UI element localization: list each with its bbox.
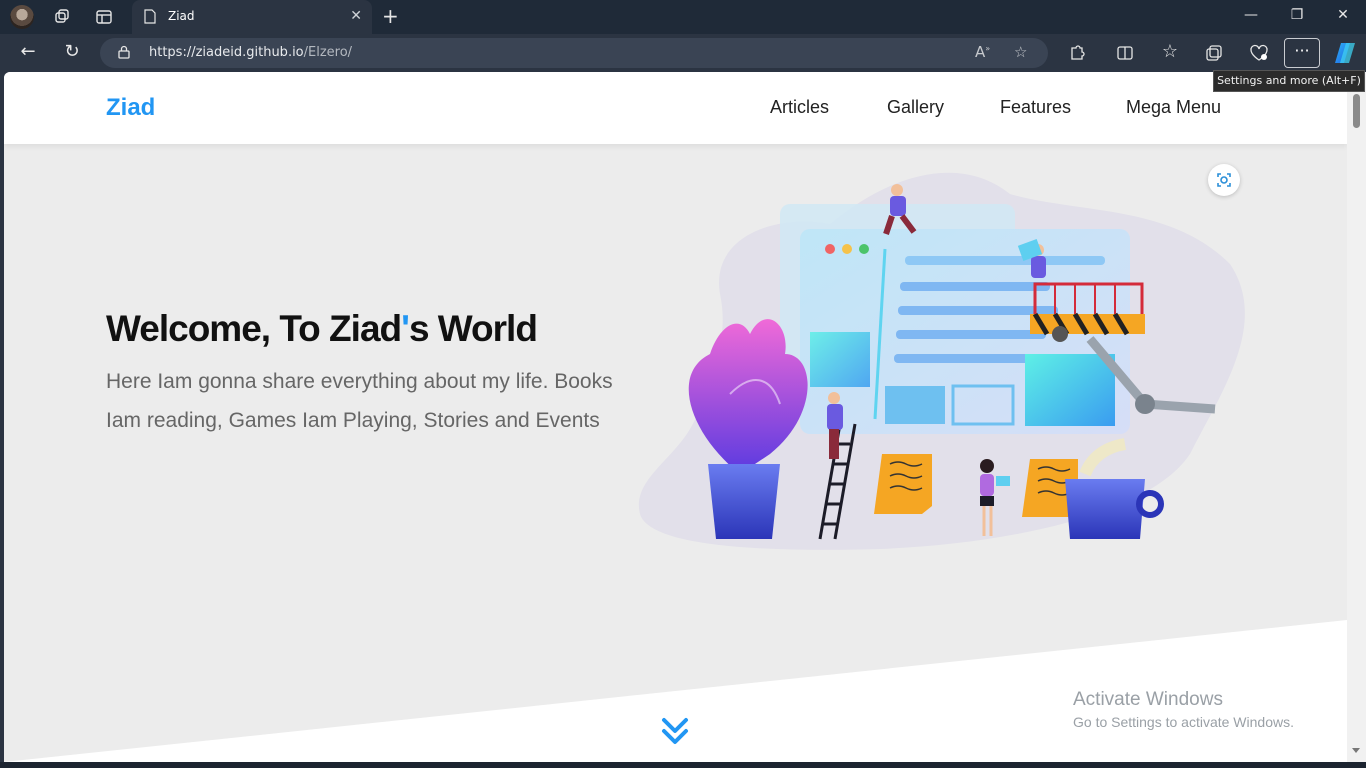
taskbar-edge — [0, 762, 1366, 768]
scroll-down-arrow-icon[interactable] — [1352, 748, 1360, 753]
site-logo[interactable]: Ziad — [106, 94, 155, 122]
nav-link-mega-menu[interactable]: Mega Menu — [1126, 97, 1221, 118]
nav-link-gallery[interactable]: Gallery — [887, 97, 944, 118]
browser-window: Ziad ✕ + — ❐ ✕ ← ↻ https://ziadeid.githu… — [0, 0, 1366, 768]
profile-avatar[interactable] — [10, 5, 34, 29]
nav-link-articles[interactable]: Articles — [770, 97, 829, 118]
hero-title: Welcome, To Ziad's World — [106, 308, 538, 350]
hero-title-suffix: s World — [408, 308, 538, 349]
collections-icon[interactable] — [1205, 44, 1223, 62]
site-header: Ziad Articles Gallery Features Mega Menu — [4, 72, 1347, 144]
minimize-icon[interactable]: — — [1241, 7, 1261, 23]
title-bar: Ziad ✕ + — ❐ ✕ — [0, 0, 1366, 34]
activation-subtitle: Go to Settings to activate Windows. — [1073, 714, 1294, 730]
visual-search-button[interactable] — [1208, 164, 1240, 196]
address-bar[interactable]: https://ziadeid.github.io/Elzero/ A» ☆ — [100, 38, 1048, 68]
tab-actions-icon[interactable] — [95, 8, 113, 26]
copilot-icon[interactable] — [1332, 40, 1358, 66]
hero-title-apostrophe: ' — [401, 308, 410, 349]
hero-description: Here Iam gonna share everything about my… — [106, 370, 613, 432]
hero-illustration — [638, 172, 1245, 550]
activation-title: Activate Windows — [1073, 689, 1223, 710]
visual-search-icon — [1217, 173, 1231, 187]
refresh-icon[interactable]: ↻ — [61, 42, 83, 62]
lock-icon[interactable] — [118, 45, 130, 59]
back-icon[interactable]: ← — [17, 42, 39, 62]
url-path: /Elzero/ — [303, 45, 353, 60]
tab-ziad[interactable]: Ziad ✕ — [132, 0, 372, 34]
restore-icon[interactable]: ❐ — [1287, 7, 1307, 23]
browser-essentials-icon[interactable] — [1249, 44, 1269, 62]
more-icon[interactable]: ··· — [1284, 38, 1320, 68]
url-text[interactable]: https://ziadeid.github.io/Elzero/ — [149, 45, 352, 60]
favorite-star-icon[interactable]: ☆ — [1014, 43, 1027, 61]
plus-icon[interactable]: + — [382, 6, 399, 26]
menu-tooltip: Settings and more (Alt+F) — [1213, 70, 1365, 92]
workspaces-icon[interactable] — [53, 8, 71, 26]
extensions-icon[interactable] — [1068, 44, 1086, 62]
scroll-thumb[interactable] — [1353, 94, 1360, 128]
page-viewport: Ziad Articles Gallery Features Mega Menu… — [4, 72, 1347, 762]
navigation-bar: ← ↻ https://ziadeid.github.io/Elzero/ A»… — [0, 34, 1366, 72]
page-icon — [144, 9, 156, 24]
window-close-icon[interactable]: ✕ — [1333, 7, 1353, 23]
tab-title: Ziad — [168, 9, 195, 23]
nav-link-features[interactable]: Features — [1000, 97, 1071, 118]
double-chevron-down-icon[interactable] — [660, 714, 690, 748]
url-domain: https://ziadeid.github.io — [149, 45, 304, 60]
read-aloud-icon[interactable]: A» — [975, 43, 990, 61]
vertical-scrollbar[interactable] — [1347, 72, 1366, 762]
windows-activation-watermark: Activate Windows Go to Settings to activ… — [1073, 689, 1294, 730]
close-icon[interactable]: ✕ — [350, 8, 362, 24]
hero-title-prefix: Welcome, To Ziad — [106, 308, 402, 349]
split-screen-icon[interactable] — [1116, 44, 1134, 62]
favorites-icon[interactable]: ☆ — [1159, 42, 1181, 62]
